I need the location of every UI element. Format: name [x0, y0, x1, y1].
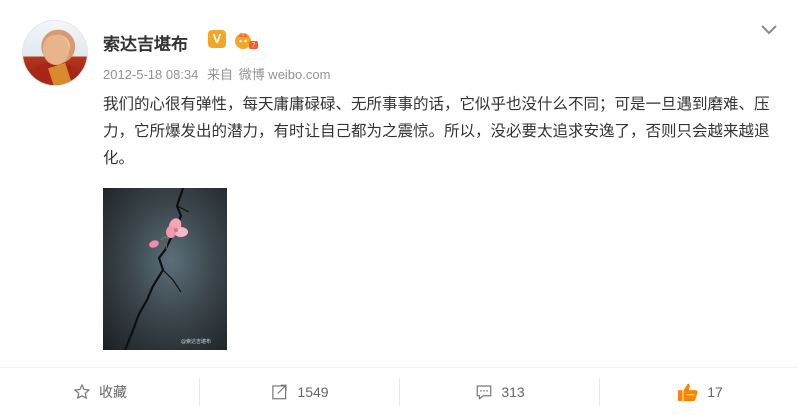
star-icon [74, 383, 90, 399]
image-watermark: @索达吉堪布 [181, 339, 212, 345]
like-count: 17 [707, 383, 723, 400]
member-crown-icon[interactable]: 7 [233, 30, 259, 50]
comment-count: 313 [501, 383, 525, 400]
post-action-bar: 收藏 1549 313 17 [0, 367, 798, 415]
like-button[interactable]: 17 [600, 368, 798, 415]
post-image-graphic [123, 188, 190, 350]
author-avatar[interactable] [22, 20, 88, 86]
avatar-face [43, 35, 69, 65]
post-source-prefix: 来自 [207, 67, 234, 82]
favorite-label: 收藏 [99, 383, 127, 400]
comment-button[interactable]: 313 [400, 368, 600, 415]
post-timestamp[interactable]: 2012-5-18 08:34 [103, 67, 198, 82]
post-text: 我们的心很有弹性，每天庸庸碌碌、无所事事的话，它似乎也没什么不同；可是一旦遇到磨… [103, 95, 770, 167]
svg-text:7: 7 [252, 43, 256, 50]
comment-icon [476, 384, 492, 399]
repost-button[interactable]: 1549 [200, 368, 400, 415]
author-name[interactable]: 索达吉堪布 [103, 30, 188, 55]
verified-badge-icon[interactable]: V [208, 30, 226, 48]
favorite-button[interactable]: 收藏 [0, 368, 200, 415]
post-image[interactable]: @索达吉堪布 [103, 188, 227, 350]
post-meta: 2012-5-18 08:34 来自 微博 weibo.com [103, 64, 335, 83]
thumbs-up-icon [678, 383, 698, 401]
repost-count: 1549 [297, 383, 329, 400]
repost-icon [272, 384, 288, 399]
chevron-down-icon[interactable] [760, 22, 778, 36]
post-source-app[interactable]: 微博 weibo.com [239, 67, 331, 82]
